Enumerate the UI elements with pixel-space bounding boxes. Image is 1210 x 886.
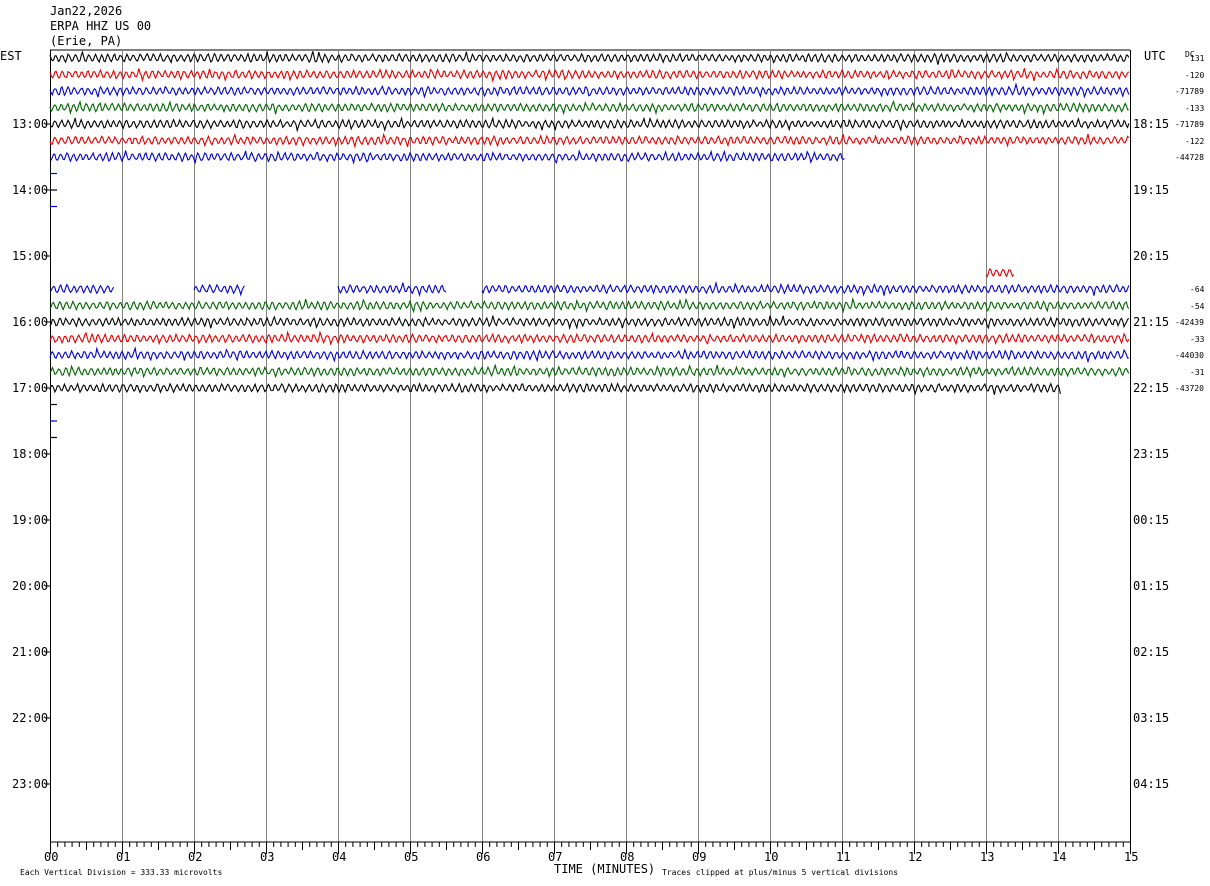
dc-value: -120 <box>1185 70 1205 80</box>
right-hour-label: 03:15 <box>1133 711 1170 725</box>
trace-blue-row-14 <box>193 283 245 297</box>
left-hour-label: 16:00 <box>12 315 49 329</box>
dc-value: -44030 <box>1175 351 1204 360</box>
trace-red-row-17 <box>49 330 1130 347</box>
left-hour-label: 21:00 <box>12 645 49 659</box>
x-tick-label: 11 <box>836 850 851 864</box>
x-tick-label: 15 <box>1124 850 1139 864</box>
clip-note: Traces clipped at plus/minus 5 vertical … <box>662 868 899 877</box>
dc-value: -44728 <box>1175 153 1204 162</box>
dc-value: -64 <box>1190 285 1205 294</box>
x-tick-label: 13 <box>980 850 995 864</box>
right-hour-label: 18:15 <box>1133 117 1170 131</box>
right-hour-label: 01:15 <box>1133 579 1170 593</box>
x-tick-label: 01 <box>116 850 131 864</box>
trace-black-row-0 <box>49 50 1130 65</box>
trace-blue-row-14 <box>49 283 115 295</box>
x-tick-label: 00 <box>44 850 59 864</box>
trace-green-row-3 <box>49 99 1129 116</box>
dc-value: -33 <box>1190 334 1205 344</box>
scale-note: Each Vertical Division = 333.33 microvol… <box>20 868 223 877</box>
x-tick-label: 06 <box>476 850 491 864</box>
right-hour-label: 00:15 <box>1133 513 1170 527</box>
dc-value: -71789 <box>1175 87 1204 96</box>
trace-blue-row-2 <box>49 82 1130 99</box>
trace-black-row-20 <box>49 382 1061 396</box>
dc-value: -43720 <box>1175 384 1204 393</box>
x-tick-label: 03 <box>260 850 275 864</box>
right-hour-label: 04:15 <box>1133 777 1170 791</box>
left-hour-label: 20:00 <box>12 579 49 593</box>
left-hour-label: 22:00 <box>12 711 49 725</box>
right-hour-label: 02:15 <box>1133 645 1170 659</box>
grid <box>50 49 1131 842</box>
left-hour-label: 15:00 <box>12 249 49 263</box>
right-hour-label: 21:15 <box>1133 315 1170 329</box>
x-tick-label: 07 <box>548 850 563 864</box>
trace-green-row-19 <box>49 363 1130 379</box>
x-tick-label: 05 <box>404 850 419 864</box>
x-axis-title: TIME (MINUTES) <box>554 862 656 876</box>
trace-blue-row-14 <box>481 280 1130 297</box>
x-tick-label: 14 <box>1052 850 1067 864</box>
trace-green-row-15 <box>49 296 1130 314</box>
right-hour-label: 23:15 <box>1133 447 1170 461</box>
trace-blue-row-6 <box>49 149 845 165</box>
left-hour-label: 23:00 <box>12 777 49 791</box>
traces <box>49 50 1130 439</box>
left-hour-label: 18:00 <box>12 447 49 461</box>
dc-value: -31 <box>1190 367 1205 377</box>
trace-red-row-13 <box>985 268 1015 278</box>
dc-value: -42439 <box>1175 318 1204 327</box>
left-hour-label: 13:00 <box>12 117 49 131</box>
dc-value: -54 <box>1190 301 1205 311</box>
time-axis <box>45 123 1131 854</box>
trace-blue-row-14 <box>337 282 447 298</box>
right-hour-label: 20:15 <box>1133 249 1170 263</box>
dc-value: -122 <box>1185 136 1205 146</box>
trace-red-row-5 <box>49 132 1130 149</box>
left-hour-label: 14:00 <box>12 183 49 197</box>
x-tick-label: 09 <box>692 850 707 864</box>
x-tick-label: 04 <box>332 850 347 864</box>
left-hour-label: 19:00 <box>12 513 49 527</box>
right-hour-label: 22:15 <box>1133 381 1170 395</box>
dc-value: -71789 <box>1175 120 1204 129</box>
trace-black-row-16 <box>49 315 1130 331</box>
trace-black-row-4 <box>49 116 1130 133</box>
trace-blue-row-18 <box>49 346 1130 364</box>
left-hour-label: 17:00 <box>12 381 49 395</box>
x-tick-label: 08 <box>620 850 635 864</box>
x-tick-label: 02 <box>188 850 203 864</box>
seismogram-plot <box>45 49 1131 854</box>
x-tick-label: 12 <box>908 850 923 864</box>
dc-value: 131 <box>1190 54 1205 63</box>
x-tick-label: 10 <box>764 850 779 864</box>
right-hour-label: 19:15 <box>1133 183 1170 197</box>
trace-red-row-1 <box>49 67 1130 83</box>
dc-value: -133 <box>1185 103 1205 113</box>
